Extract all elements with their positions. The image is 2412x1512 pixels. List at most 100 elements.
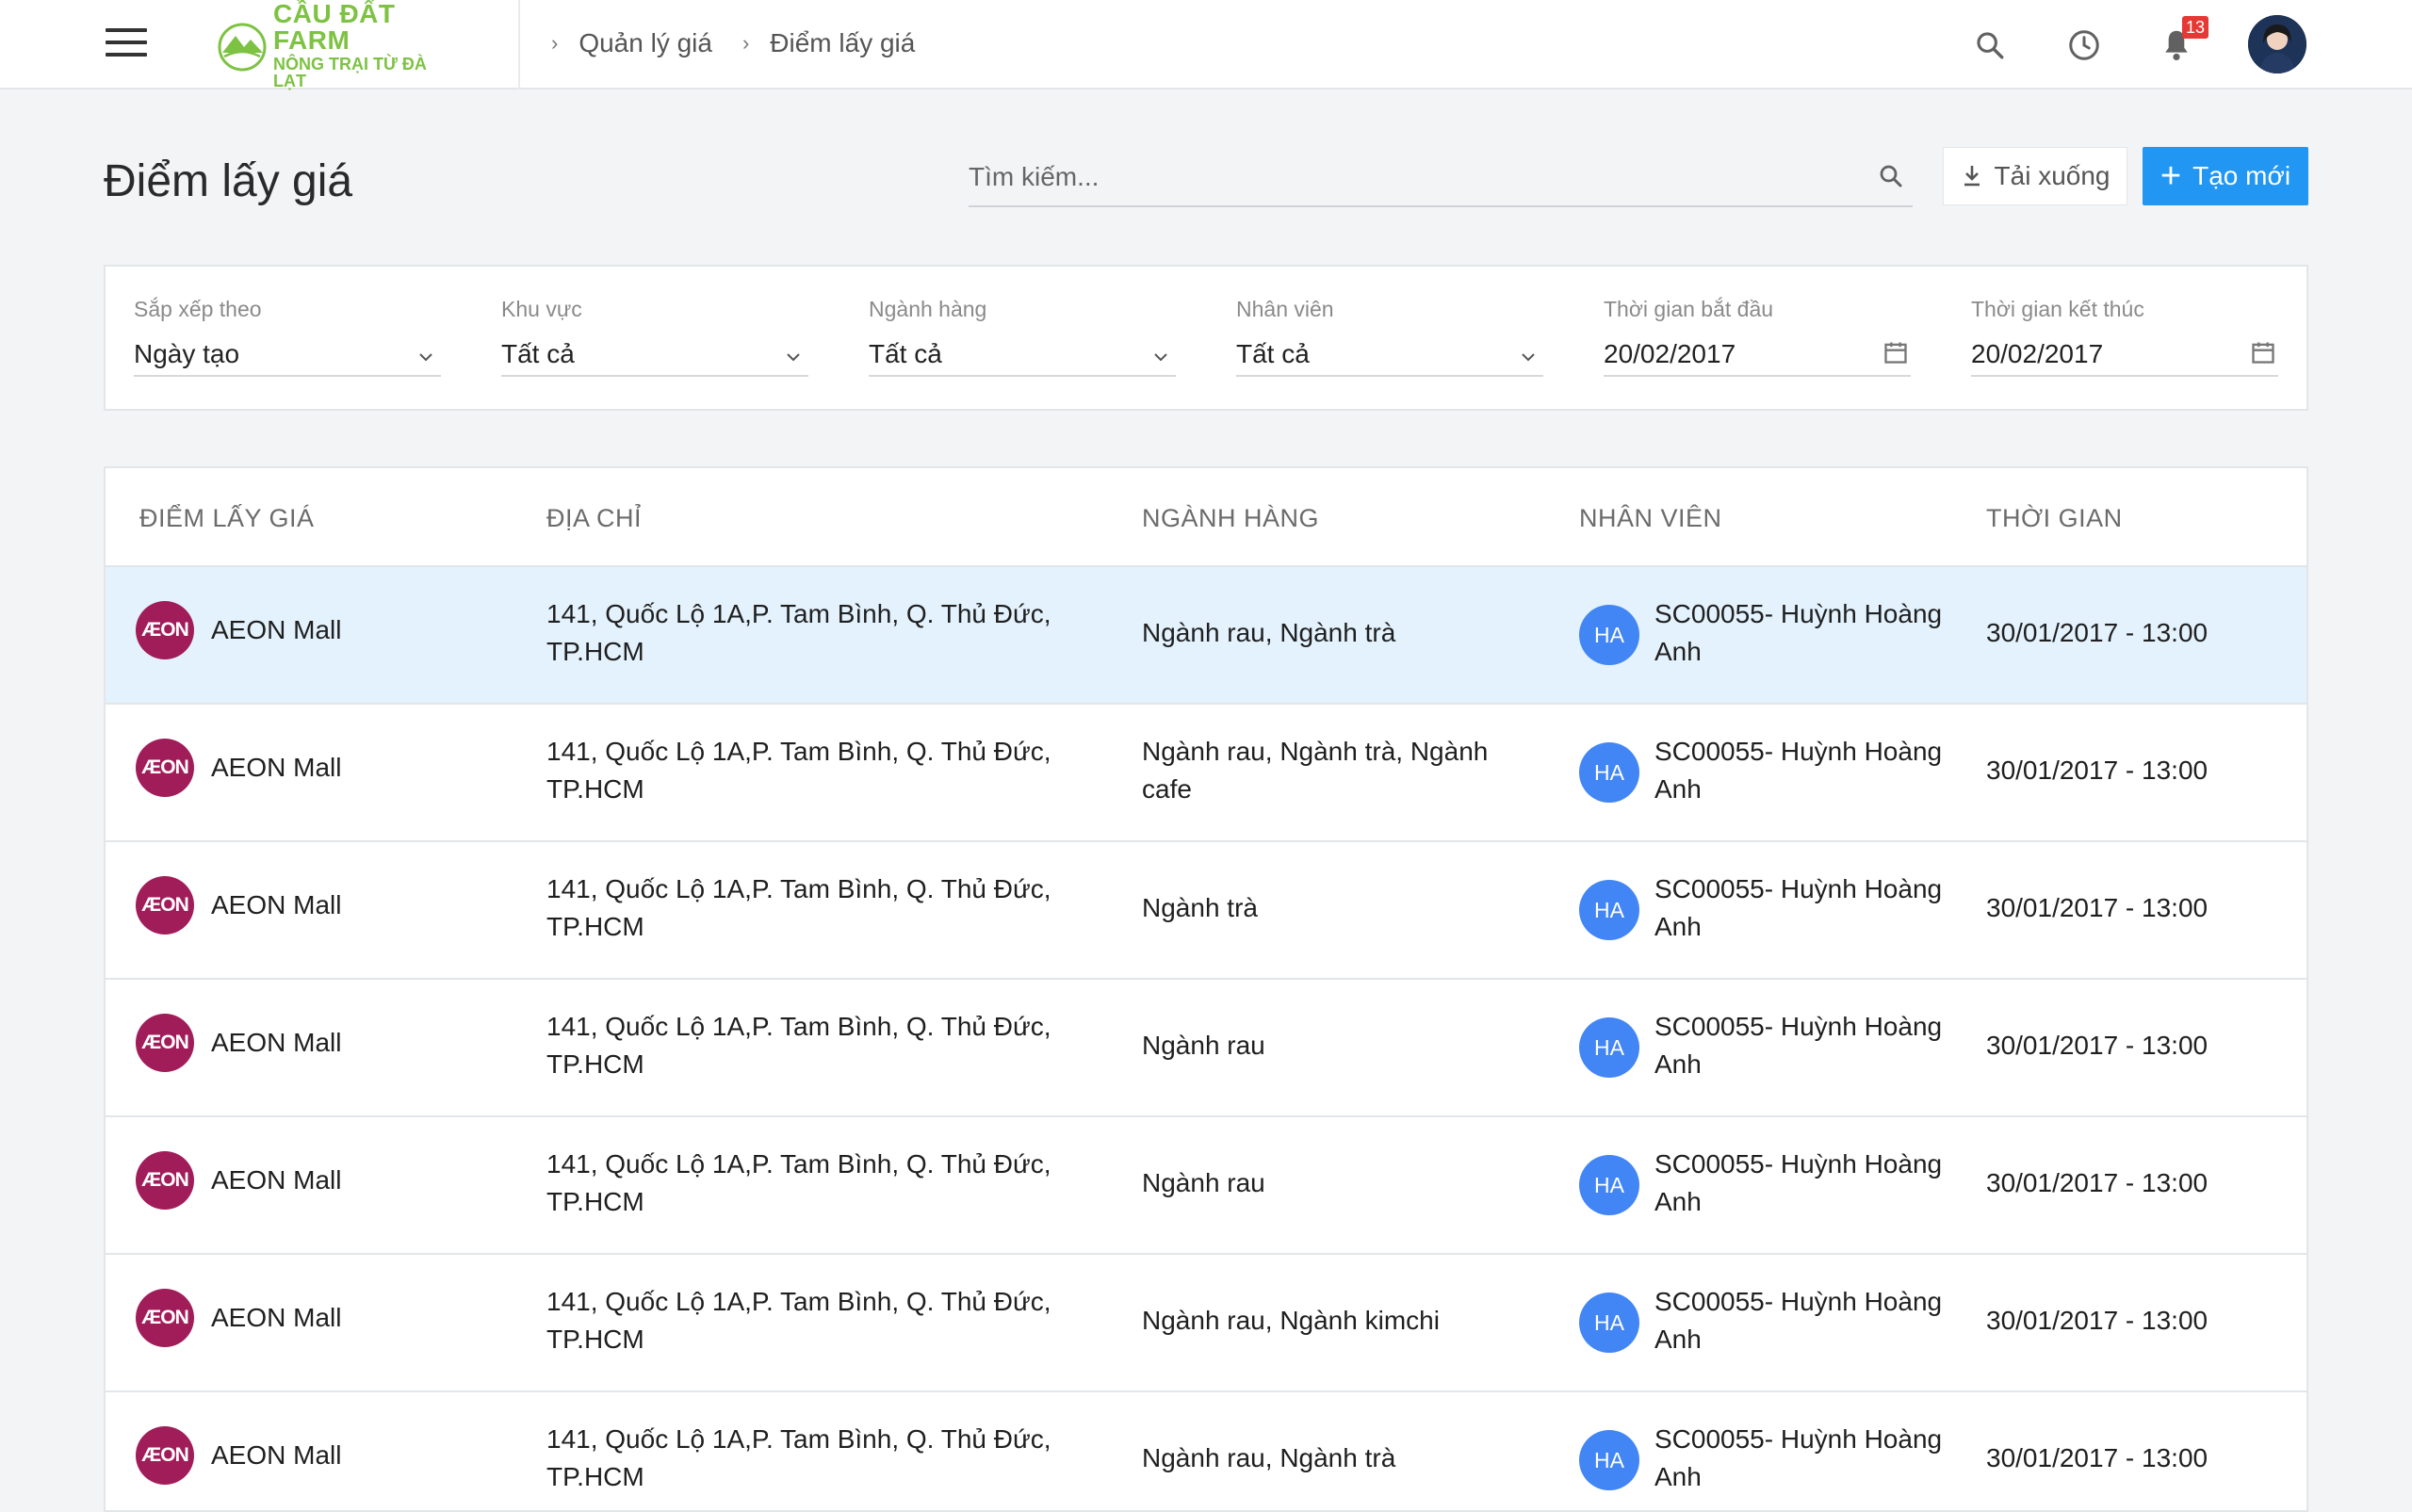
plus-icon: + [2159, 156, 2182, 196]
address-line: TP.HCM [546, 1462, 644, 1491]
category-line: Ngành rau, Ngành trà [1142, 1443, 1396, 1472]
time-cell: 30/01/2017 - 13:00 [1986, 1443, 2208, 1472]
address-line: 141, Quốc Lộ 1A,P. Tam Bình, Q. Thủ Đức, [546, 1149, 1051, 1179]
chevron-down-icon [784, 343, 803, 362]
brand-logo[interactable]: CẦU ĐẤT FARM NÔNG TRẠI TỪ ĐÀ LẠT [215, 1, 460, 89]
search-input[interactable] [969, 151, 1854, 203]
create-label: Tạo mới [2192, 161, 2291, 190]
start-date-field[interactable]: 20/02/2017 [1604, 339, 1911, 377]
filter-label: Thời gian kết thúc [1971, 297, 2144, 321]
table-row[interactable]: ÆON AEON Mall 141, Quốc Lộ 1A,P. Tam Bình,… [106, 842, 2306, 980]
address-cell: 141, Quốc Lộ 1A,P. Tam Bình, Q. Thủ Đức,… [546, 595, 1051, 671]
employee-line: SC00055- Huỳnh Hoàng [1654, 1424, 1943, 1454]
column-header-category[interactable]: NGÀNH HÀNG [1142, 504, 1319, 533]
table-row[interactable]: ÆON AEON Mall 141, Quốc Lộ 1A,P. Tam Bình,… [106, 1117, 2306, 1255]
employee-line: SC00055- Huỳnh Hoàng [1654, 1012, 1943, 1041]
filter-value: 20/02/2017 [1971, 339, 2104, 368]
filter-employee: Nhân viên Tất cả [1236, 297, 1543, 382]
download-button[interactable]: Tải xuống [1943, 147, 2127, 205]
filter-label: Nhân viên [1236, 297, 1334, 321]
employee-avatar: HA [1579, 1293, 1639, 1353]
employee-line: SC00055- Huỳnh Hoàng [1654, 737, 1943, 766]
employee-cell: SC00055- Huỳnh Hoàng Anh [1654, 595, 1942, 671]
search-icon[interactable] [1969, 24, 2011, 66]
filter-value: Tất cả [869, 339, 942, 368]
store-name: AEON Mall [211, 1165, 342, 1195]
search-icon[interactable] [1877, 162, 1907, 192]
category-cell: Ngành rau, Ngành kimchi [1142, 1302, 1440, 1340]
filter-value: Tất cả [501, 339, 575, 368]
filter-end-date: Thời gian kết thúc 20/02/2017 [1971, 297, 2278, 382]
employee-line: Anh [1654, 774, 1702, 804]
address-line: 141, Quốc Lộ 1A,P. Tam Bình, Q. Thủ Đức, [546, 874, 1051, 903]
table-row[interactable]: ÆON AEON Mall 141, Quốc Lộ 1A,P. Tam Bình,… [106, 1255, 2306, 1392]
store-name: AEON Mall [211, 1028, 342, 1057]
store-logo: ÆON [136, 876, 194, 935]
column-header-employee[interactable]: NHÂN VIÊN [1579, 504, 1722, 533]
address-line: TP.HCM [546, 1187, 644, 1216]
filter-value: 20/02/2017 [1604, 339, 1736, 368]
store-logo: ÆON [136, 601, 194, 659]
store-name: AEON Mall [211, 1440, 342, 1470]
filter-label: Ngành hàng [869, 297, 987, 321]
store-logo: ÆON [136, 1289, 194, 1347]
category-select[interactable]: Tất cả [869, 339, 1176, 377]
employee-line: Anh [1654, 1325, 1702, 1354]
filter-panel: Sắp xếp theo Ngày tạo Khu vực Tất cả Ngà… [104, 265, 2308, 411]
address-line: 141, Quốc Lộ 1A,P. Tam Bình, Q. Thủ Đức, [546, 1012, 1051, 1041]
store-logo: ÆON [136, 1426, 194, 1485]
end-date-field[interactable]: 20/02/2017 [1971, 339, 2278, 377]
column-header-store[interactable]: ĐIỂM LẤY GIÁ [139, 504, 315, 533]
price-points-table: ĐIỂM LẤY GIÁ ĐỊA CHỈ NGÀNH HÀNG NHÂN VIÊ… [104, 466, 2308, 1512]
category-line: Ngành rau [1142, 1168, 1265, 1197]
menu-icon[interactable] [106, 28, 147, 62]
time-cell: 30/01/2017 - 13:00 [1986, 618, 2208, 647]
employee-cell: SC00055- Huỳnh Hoàng Anh [1654, 1283, 1942, 1358]
calendar-icon[interactable] [2250, 339, 2276, 366]
address-line: 141, Quốc Lộ 1A,P. Tam Bình, Q. Thủ Đức, [546, 1287, 1051, 1316]
region-select[interactable]: Tất cả [501, 339, 808, 377]
employee-line: SC00055- Huỳnh Hoàng [1654, 599, 1943, 628]
employee-avatar: HA [1579, 880, 1639, 940]
store-logo: ÆON [136, 1151, 194, 1210]
table-row[interactable]: ÆON AEON Mall 141, Quốc Lộ 1A,P. Tam Bình,… [106, 980, 2306, 1117]
calendar-icon[interactable] [1882, 339, 1909, 366]
address-cell: 141, Quốc Lộ 1A,P. Tam Bình, Q. Thủ Đức,… [546, 1421, 1051, 1496]
filter-label: Khu vực [501, 297, 582, 321]
create-button[interactable]: + Tạo mới [2143, 147, 2308, 205]
employee-avatar: HA [1579, 1430, 1639, 1490]
chevron-down-icon [416, 343, 435, 362]
employee-avatar: HA [1579, 1155, 1639, 1215]
category-line: Ngành trà [1142, 893, 1258, 922]
table-header: ĐIỂM LẤY GIÁ ĐỊA CHỈ NGÀNH HÀNG NHÂN VIÊ… [106, 468, 2306, 567]
download-icon [1961, 164, 1983, 188]
breadcrumb-item-current[interactable]: › Điểm lấy giá [742, 28, 915, 58]
employee-line: SC00055- Huỳnh Hoàng [1654, 874, 1943, 903]
address-cell: 141, Quốc Lộ 1A,P. Tam Bình, Q. Thủ Đức,… [546, 733, 1051, 808]
sort-select[interactable]: Ngày tạo [134, 339, 441, 377]
time-cell: 30/01/2017 - 13:00 [1986, 1306, 2208, 1335]
table-row[interactable]: ÆON AEON Mall 141, Quốc Lộ 1A,P. Tam Bình,… [106, 567, 2306, 705]
column-header-address[interactable]: ĐỊA CHỈ [546, 504, 642, 533]
address-cell: 141, Quốc Lộ 1A,P. Tam Bình, Q. Thủ Đức,… [546, 1283, 1051, 1358]
column-header-time[interactable]: THỜI GIAN [1986, 504, 2123, 533]
filter-start-date: Thời gian bắt đầu 20/02/2017 [1604, 297, 1911, 382]
notification-badge: 13 [2182, 16, 2209, 39]
clock-icon[interactable] [2063, 24, 2105, 66]
chevron-right-icon: › [742, 31, 750, 55]
table-row[interactable]: ÆON AEON Mall 141, Quốc Lộ 1A,P. Tam Bình,… [106, 1392, 2306, 1510]
employee-line: Anh [1654, 1049, 1702, 1079]
category-cell: Ngành rau [1142, 1164, 1265, 1202]
download-label: Tải xuống [1994, 161, 2110, 190]
address-cell: 141, Quốc Lộ 1A,P. Tam Bình, Q. Thủ Đức,… [546, 870, 1051, 946]
user-avatar[interactable] [2248, 15, 2306, 73]
employee-cell: SC00055- Huỳnh Hoàng Anh [1654, 870, 1942, 946]
employee-avatar: HA [1579, 605, 1639, 665]
divider [518, 0, 520, 89]
breadcrumb-label: Điểm lấy giá [770, 28, 916, 57]
filter-label: Sắp xếp theo [134, 297, 262, 321]
address-line: 141, Quốc Lộ 1A,P. Tam Bình, Q. Thủ Đức, [546, 737, 1051, 766]
breadcrumb-item[interactable]: › Quản lý giá [551, 28, 712, 58]
employee-select[interactable]: Tất cả [1236, 339, 1543, 377]
table-row[interactable]: ÆON AEON Mall 141, Quốc Lộ 1A,P. Tam Bình,… [106, 705, 2306, 842]
